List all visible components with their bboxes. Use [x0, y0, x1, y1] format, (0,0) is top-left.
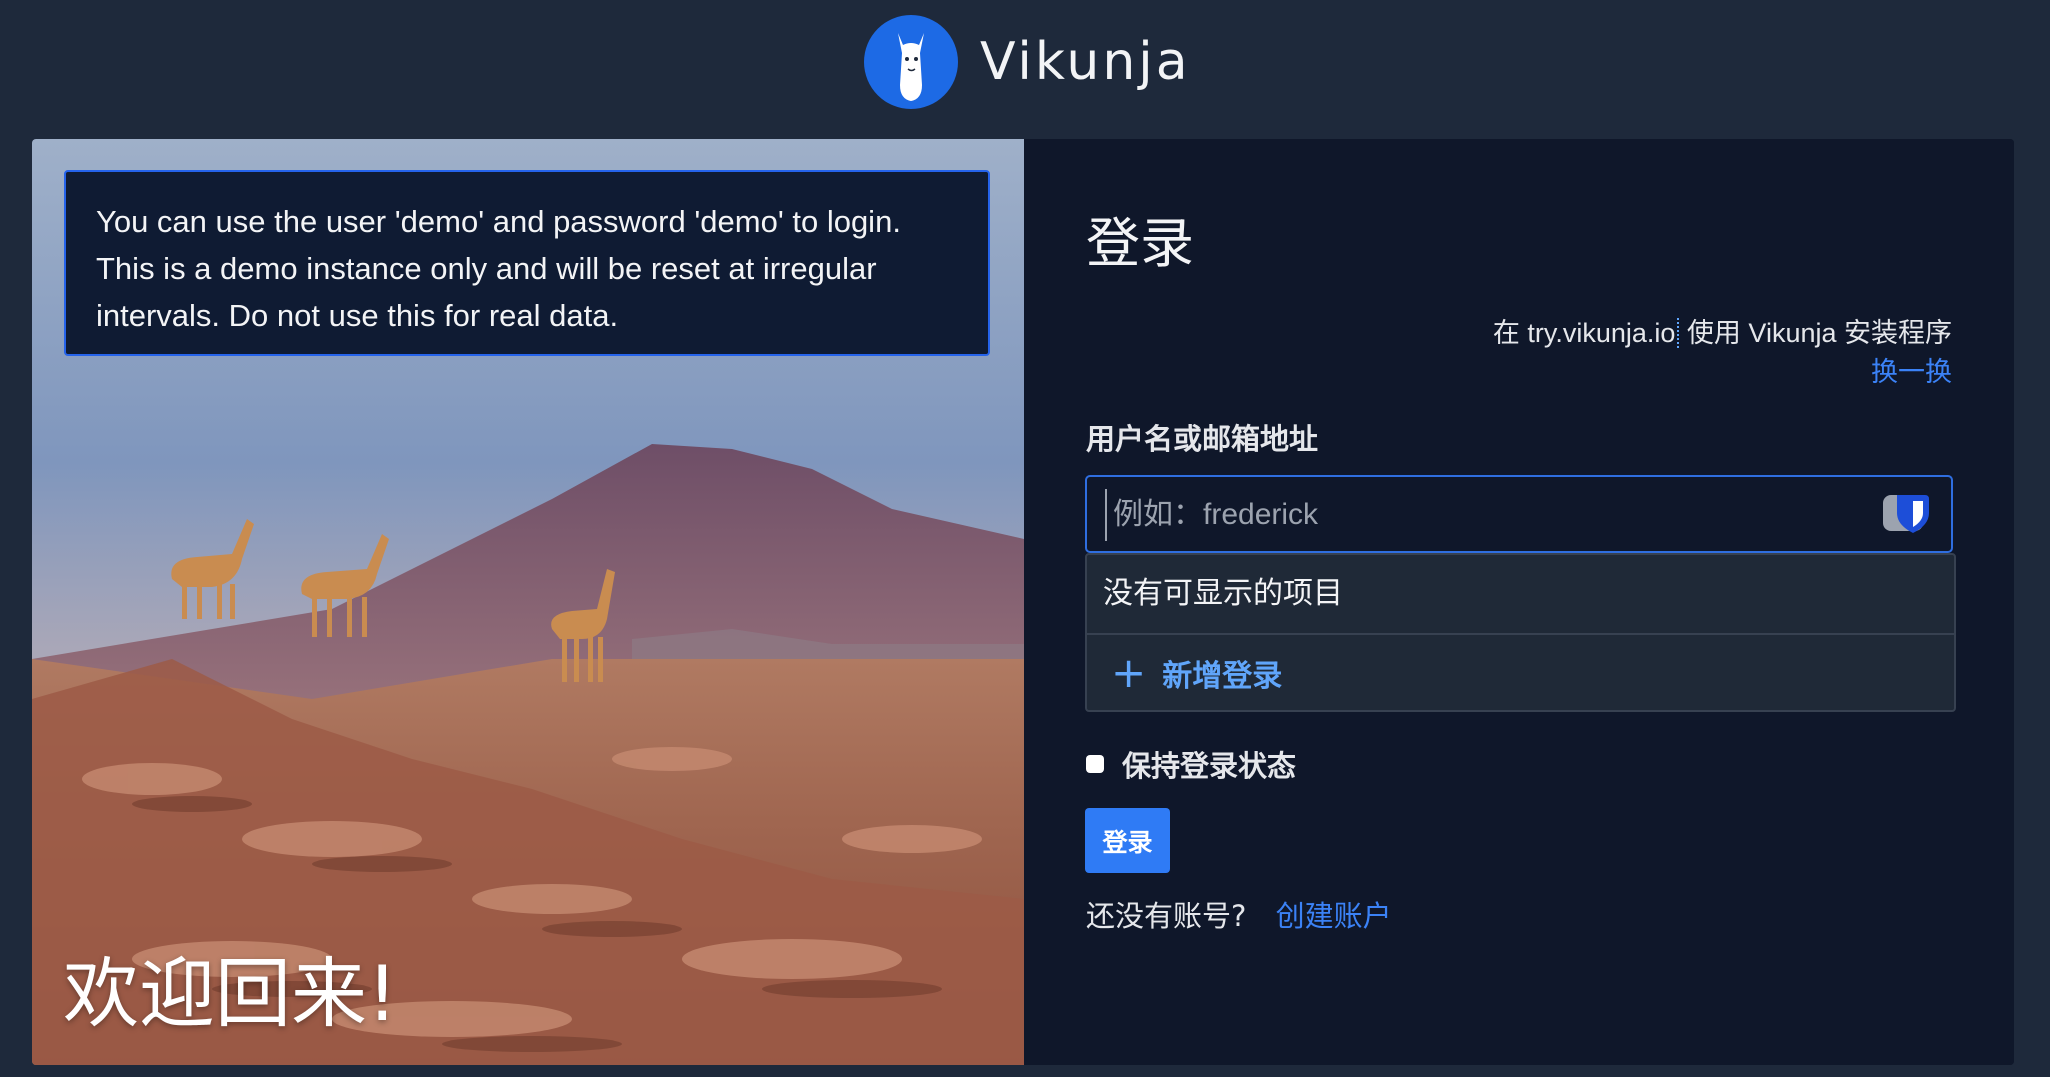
plus-icon: +	[1111, 648, 1147, 697]
password-manager-icon[interactable]	[1883, 491, 1933, 535]
llama-logo-icon	[864, 15, 958, 109]
login-card: You can use the user 'demo' and password…	[32, 139, 2014, 1065]
add-login-label: 新增登录	[1162, 659, 1283, 694]
page-title: 登录	[1086, 212, 1194, 275]
add-login-button[interactable]: + 新增登录	[1111, 637, 1282, 709]
remember-me[interactable]: 保持登录状态	[1086, 743, 1296, 785]
signup-prompt: 还没有账号? 创建账户	[1086, 893, 1392, 935]
login-form-panel: 登录 在 try.vikunja.io 使用 Vikunja 安装程序 换一换 …	[1024, 139, 2014, 1065]
remember-checkbox[interactable]	[1086, 755, 1104, 773]
username-label: 用户名或邮箱地址	[1086, 422, 1319, 456]
server-host: try.vikunja.io	[1527, 318, 1680, 348]
server-info: 在 try.vikunja.io 使用 Vikunja 安装程序	[1493, 311, 1952, 350]
divider	[1087, 633, 1954, 635]
server-suffix: 使用 Vikunja 安装程序	[1686, 318, 1952, 348]
welcome-image-panel: You can use the user 'demo' and password…	[32, 139, 1024, 1065]
username-input[interactable]	[1105, 489, 1875, 541]
app-header: Vikunja	[0, 0, 2050, 139]
welcome-heading: 欢迎回来!	[63, 949, 398, 1038]
login-button[interactable]: 登录	[1085, 808, 1170, 873]
demo-notice: You can use the user 'demo' and password…	[64, 170, 990, 356]
change-server-link[interactable]: 换一换	[1871, 350, 1952, 389]
app-name: Vikunja	[980, 32, 1191, 92]
server-prefix: 在	[1492, 318, 1520, 348]
no-account-text: 还没有账号?	[1086, 899, 1247, 933]
brand[interactable]: Vikunja	[864, 15, 1191, 109]
autofill-dropdown: 没有可显示的项目 + 新增登录	[1085, 553, 1956, 712]
autofill-empty-message: 没有可显示的项目	[1103, 576, 1343, 611]
create-account-link[interactable]: 创建账户	[1276, 899, 1392, 933]
remember-label: 保持登录状态	[1122, 749, 1297, 783]
username-field-wrapper	[1085, 475, 1953, 553]
